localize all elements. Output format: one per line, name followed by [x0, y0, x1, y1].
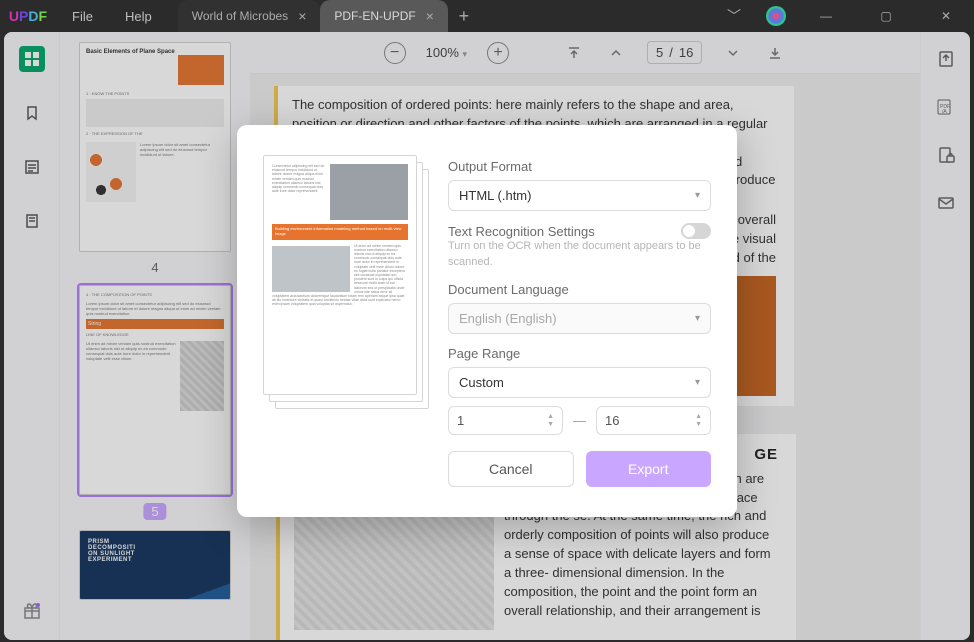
chevron-down-icon: ▾ — [695, 377, 700, 388]
ocr-label: Text Recognition Settings — [448, 223, 711, 239]
page-preview: Consectetur adipiscing elit sed do eiusm… — [263, 155, 428, 415]
dialog-buttons: Cancel Export — [448, 451, 711, 487]
language-label: Document Language — [448, 282, 711, 297]
export-dialog: Consectetur adipiscing elit sed do eiusm… — [237, 125, 737, 517]
output-format-label: Output Format — [448, 159, 711, 174]
page-range-inputs: 1 ▲▼ — 16 ▲▼ — [448, 406, 711, 435]
range-to-input[interactable]: 16 ▲▼ — [596, 406, 711, 435]
export-form: Output Format HTML (.htm) ▾ Text Recogni… — [448, 155, 711, 487]
ocr-hint: Turn on the OCR when the document appear… — [448, 239, 711, 270]
cancel-button[interactable]: Cancel — [448, 451, 574, 487]
page-range-select[interactable]: Custom ▾ — [448, 367, 711, 398]
stepper-icon[interactable]: ▲▼ — [695, 413, 702, 428]
ocr-toggle[interactable] — [681, 223, 711, 239]
range-from-input[interactable]: 1 ▲▼ — [448, 406, 563, 435]
export-button[interactable]: Export — [586, 451, 712, 487]
chevron-down-icon: ▾ — [695, 313, 700, 324]
modal-overlay: Consectetur adipiscing elit sed do eiusm… — [0, 0, 974, 642]
output-format-select[interactable]: HTML (.htm) ▾ — [448, 180, 711, 211]
range-separator: — — [573, 413, 586, 428]
language-select[interactable]: English (English) ▾ — [448, 303, 711, 334]
chevron-down-icon: ▾ — [695, 190, 700, 201]
page-range-label: Page Range — [448, 346, 711, 361]
stepper-icon[interactable]: ▲▼ — [547, 413, 554, 428]
